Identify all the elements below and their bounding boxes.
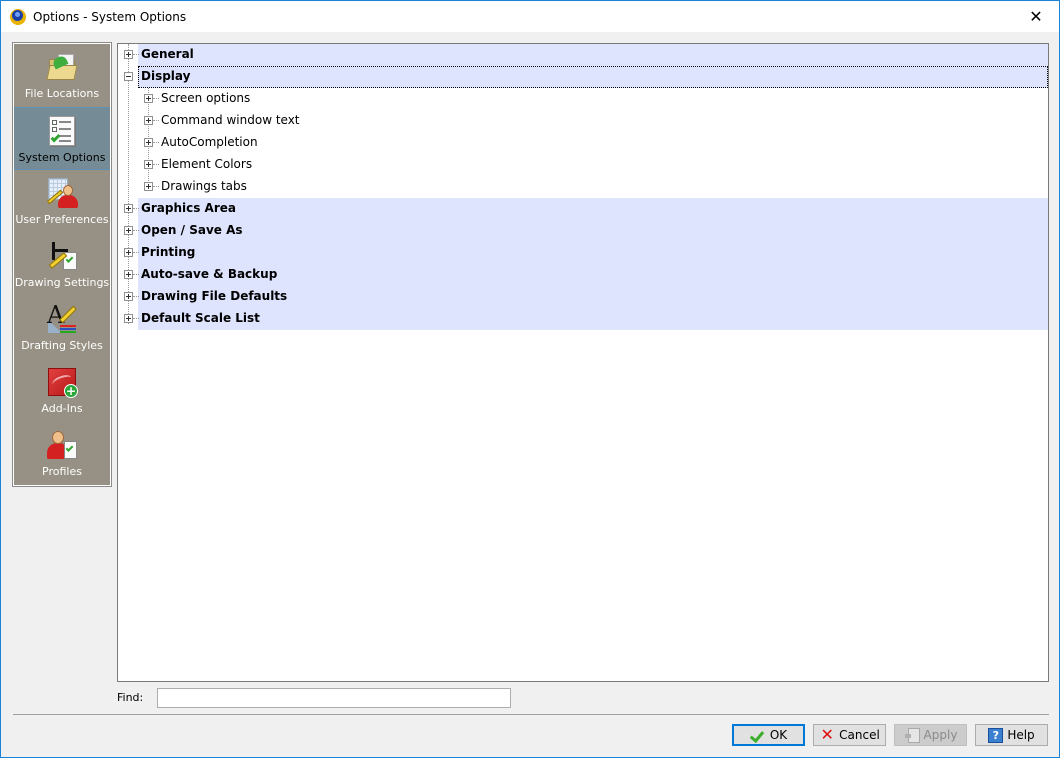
- sidebar-item-label: System Options: [18, 151, 106, 164]
- find-input[interactable]: [157, 688, 511, 708]
- expand-icon[interactable]: [124, 226, 133, 235]
- sidebar-item-file-locations[interactable]: File Locations: [14, 44, 110, 107]
- sidebar-item-label: Profiles: [42, 465, 82, 478]
- sidebar-item-label: File Locations: [24, 87, 100, 100]
- sidebar-item-add-ins[interactable]: + Add-Ins: [14, 359, 110, 422]
- footer-divider: [13, 714, 1049, 715]
- sidebar-item-label: User Preferences: [15, 213, 109, 226]
- window-title: Options - System Options: [33, 9, 187, 24]
- tree-node-open-save-as[interactable]: Open / Save As: [118, 220, 1048, 242]
- apply-button[interactable]: Apply: [894, 724, 967, 746]
- tree-node-auto-save-backup[interactable]: Auto-save & Backup: [118, 264, 1048, 286]
- tree-node-general[interactable]: General: [118, 44, 1048, 66]
- expand-icon[interactable]: [144, 116, 153, 125]
- sidebar-item-profiles[interactable]: Profiles: [14, 422, 110, 485]
- options-dialog: Options - System Options ✕ File Location…: [0, 0, 1060, 758]
- expand-icon[interactable]: [144, 138, 153, 147]
- folder-arrow-icon: [46, 51, 78, 83]
- title-bar: Options - System Options ✕: [1, 1, 1059, 32]
- tree-node-default-scale-list[interactable]: Default Scale List: [118, 308, 1048, 330]
- tree-node-autocompletion[interactable]: AutoCompletion: [118, 132, 1048, 154]
- close-icon: ✕: [1029, 7, 1043, 26]
- user-preferences-icon: [46, 177, 78, 209]
- ok-button[interactable]: OK: [732, 724, 805, 746]
- drafting-styles-icon: A: [46, 301, 78, 335]
- expand-icon[interactable]: [124, 314, 133, 323]
- sidebar-item-drawing-settings[interactable]: Drawing Settings: [14, 233, 110, 296]
- checklist-icon: [46, 115, 78, 147]
- sidebar-item-system-options[interactable]: System Options: [14, 107, 110, 170]
- expand-icon[interactable]: [144, 160, 153, 169]
- tree-node-drawing-file-defaults[interactable]: Drawing File Defaults: [118, 286, 1048, 308]
- tree-node-command-window-text[interactable]: Command window text: [118, 110, 1048, 132]
- expand-icon[interactable]: [144, 94, 153, 103]
- tree-node-printing[interactable]: Printing: [118, 242, 1048, 264]
- tree-node-drawings-tabs[interactable]: Drawings tabs: [118, 176, 1048, 198]
- expand-icon[interactable]: [124, 50, 133, 59]
- options-tree[interactable]: General Display Screen options Command w…: [117, 43, 1049, 682]
- close-button[interactable]: ✕: [1013, 1, 1059, 32]
- tree-node-element-colors[interactable]: Element Colors: [118, 154, 1048, 176]
- add-ins-icon: +: [46, 366, 78, 398]
- profiles-icon: [46, 429, 78, 461]
- help-question-icon: ?: [988, 727, 1004, 743]
- red-x-icon: ✕: [820, 725, 834, 744]
- checkmark-icon: [750, 727, 766, 743]
- expand-icon[interactable]: [124, 292, 133, 301]
- tree-node-screen-options[interactable]: Screen options: [118, 88, 1048, 110]
- sidebar-item-drafting-styles[interactable]: A Drafting Styles: [14, 296, 110, 359]
- expand-icon[interactable]: [124, 248, 133, 257]
- help-button[interactable]: ? Help: [975, 724, 1048, 746]
- expand-icon[interactable]: [124, 270, 133, 279]
- collapse-icon[interactable]: [124, 72, 133, 81]
- sidebar-item-label: Drawing Settings: [14, 276, 110, 289]
- tree-node-graphics-area[interactable]: Graphics Area: [118, 198, 1048, 220]
- expand-icon[interactable]: [144, 182, 153, 191]
- options-category-sidebar: File Locations System Options User Prefe…: [12, 42, 112, 487]
- drawing-settings-icon: [46, 240, 78, 272]
- expand-icon[interactable]: [124, 204, 133, 213]
- find-label: Find:: [117, 691, 144, 704]
- tree-node-display[interactable]: Display: [118, 66, 1048, 88]
- apply-document-icon: [904, 727, 920, 743]
- cancel-button[interactable]: ✕ Cancel: [813, 724, 886, 746]
- sidebar-item-label: Drafting Styles: [21, 339, 103, 352]
- sidebar-item-user-preferences[interactable]: User Preferences: [14, 170, 110, 233]
- app-logo-icon: [10, 8, 26, 25]
- sidebar-item-label: Add-Ins: [41, 402, 83, 415]
